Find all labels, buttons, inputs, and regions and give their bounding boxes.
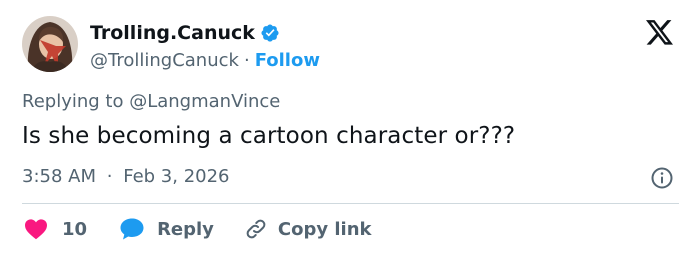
author-handle[interactable]: @TrollingCanuck xyxy=(90,50,239,71)
tweet-timestamp[interactable]: 3:58 AM · Feb 3, 2026 xyxy=(22,166,230,187)
tweet-embed-card: Trolling.Canuck @TrollingCanuck · Follow… xyxy=(0,0,700,256)
author-display-name[interactable]: Trolling.Canuck xyxy=(90,22,255,44)
replying-handle-link[interactable]: @LangmanVince xyxy=(129,91,280,112)
tweet-text: Is she becoming a cartoon character or??… xyxy=(22,123,516,149)
copy-link-label: Copy link xyxy=(277,218,372,240)
tweet-time: 3:58 AM xyxy=(22,166,96,187)
verified-badge-icon xyxy=(261,24,279,42)
like-count: 10 xyxy=(62,218,88,240)
avatar-photo-icon xyxy=(22,16,78,72)
replying-prefix: Replying to xyxy=(22,91,124,112)
author-handle-row: @TrollingCanuck · Follow xyxy=(90,47,320,73)
link-icon xyxy=(246,219,266,239)
speech-bubble-icon xyxy=(120,218,144,240)
timestamp-separator: · xyxy=(106,166,113,187)
author-name-row: Trolling.Canuck xyxy=(90,20,280,46)
like-button[interactable]: 10 xyxy=(24,218,87,240)
heart-icon xyxy=(25,219,47,240)
handle-separator: · xyxy=(243,49,250,71)
action-bar: 10 Reply Copy link xyxy=(22,215,372,243)
reply-label: Reply xyxy=(157,218,214,240)
x-logo-icon[interactable] xyxy=(646,20,674,46)
tweet-date: Feb 3, 2026 xyxy=(123,166,230,187)
copy-link-button[interactable]: Copy link xyxy=(244,217,372,241)
divider xyxy=(22,203,679,204)
follow-button[interactable]: Follow xyxy=(255,50,320,71)
avatar[interactable] xyxy=(22,16,78,72)
info-icon[interactable] xyxy=(650,166,674,190)
replying-to-line: Replying to @LangmanVince xyxy=(22,91,280,112)
reply-button[interactable]: Reply xyxy=(119,217,214,241)
